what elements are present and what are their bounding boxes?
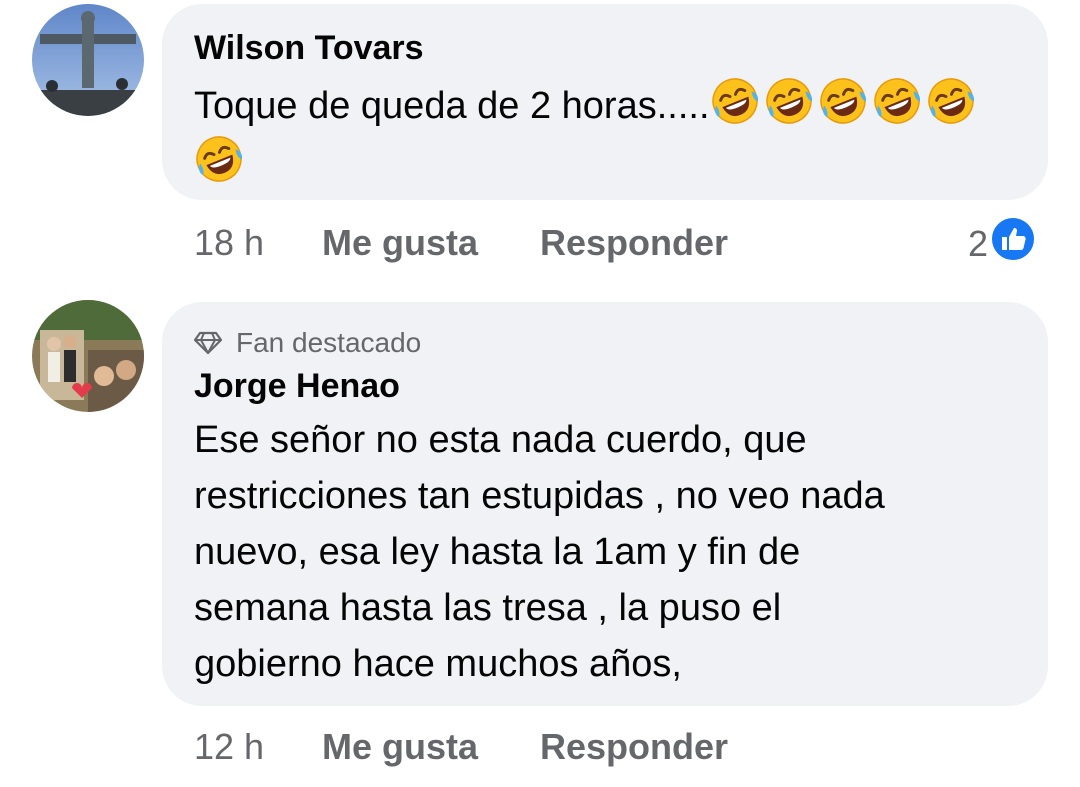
like-button[interactable]: Me gusta — [322, 222, 540, 264]
comment-actions: 12 h Me gusta Responder — [194, 726, 728, 768]
comment-author[interactable]: Wilson Tovars — [194, 28, 424, 68]
comment-text-line: Ese señor no esta nada cuerdo, que — [194, 419, 807, 461]
comment-author[interactable]: Jorge Henao — [194, 366, 400, 406]
rolling-on-floor-laughing-icon — [819, 78, 866, 124]
comment-bubble: Wilson Tovars Toque de queda de 2 horas.… — [162, 4, 1048, 200]
reaction-summary[interactable]: 2 — [968, 216, 1037, 271]
diamond-icon — [194, 331, 222, 355]
comment-actions: 18 h Me gusta Responder — [194, 222, 728, 264]
rolling-on-floor-laughing-icon — [711, 78, 758, 124]
comment-text: Ese señor no esta nada cuerdo, que restr… — [194, 412, 1034, 692]
comment-bubble: Fan destacado Jorge Henao Ese señor no e… — [162, 302, 1048, 706]
rolling-on-floor-laughing-icon — [927, 78, 974, 124]
comment-text-line: nuevo, esa ley hasta la 1am y fin de — [194, 531, 801, 573]
badge-label: Fan destacado — [236, 327, 422, 358]
reaction-count: 2 — [968, 222, 989, 264]
reply-button[interactable]: Responder — [540, 726, 728, 768]
comment-text: Toque de queda de 2 horas..... — [194, 76, 1014, 192]
top-fan-badge: Fan destacado — [194, 326, 421, 360]
like-icon — [990, 216, 1037, 271]
rolling-on-floor-laughing-icon — [196, 136, 243, 182]
rolling-on-floor-laughing-icon — [873, 78, 920, 124]
avatar[interactable] — [32, 4, 144, 116]
comment-text-content: Toque de queda de 2 horas..... — [194, 85, 710, 127]
comment-text-line: gobierno hace muchos años, — [194, 643, 682, 685]
comment-text-line: restricciones tan estupidas , no veo nad… — [194, 475, 885, 517]
like-button[interactable]: Me gusta — [322, 726, 540, 768]
comment-timestamp[interactable]: 18 h — [194, 222, 322, 264]
comment-text-line: semana hasta las tresa , la puso el — [194, 587, 782, 629]
rolling-on-floor-laughing-icon — [765, 78, 812, 124]
reply-button[interactable]: Responder — [540, 222, 728, 264]
comment-timestamp[interactable]: 12 h — [194, 726, 322, 768]
avatar[interactable] — [32, 300, 144, 412]
